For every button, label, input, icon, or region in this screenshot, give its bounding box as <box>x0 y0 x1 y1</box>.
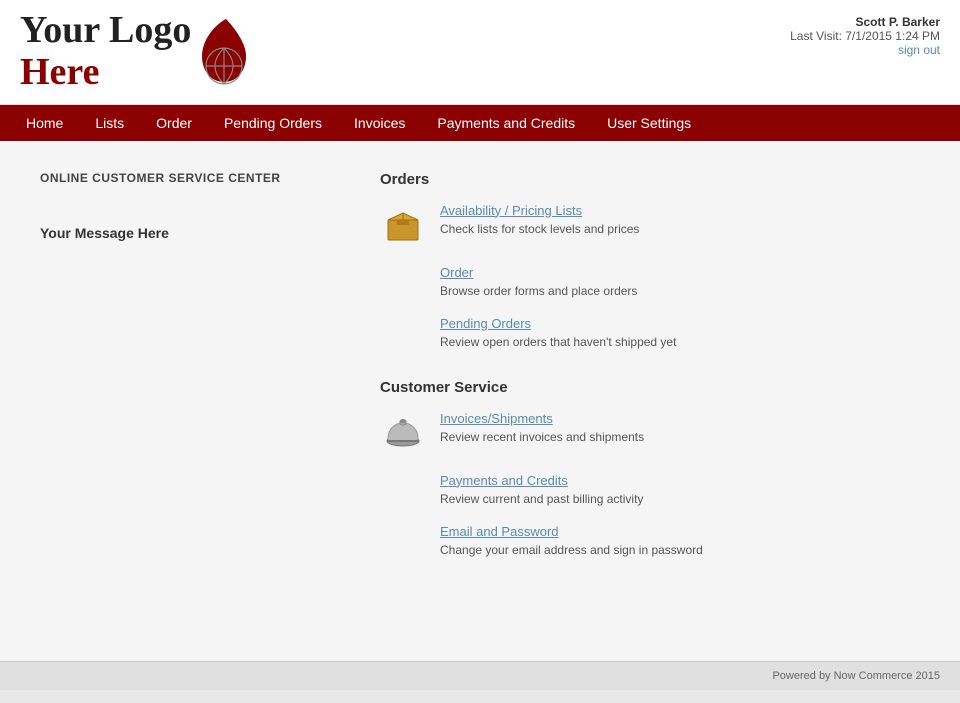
logo-area: Your Logo Here <box>20 10 251 94</box>
nav-user-settings[interactable]: User Settings <box>591 105 707 141</box>
username: Scott P. Barker <box>790 15 940 29</box>
invoices-link[interactable]: Invoices/Shipments <box>440 411 920 426</box>
email-password-item: Email and Password Change your email add… <box>440 524 920 557</box>
logo-svg-icon <box>196 14 251 89</box>
nav-home[interactable]: Home <box>10 105 79 141</box>
order-desc: Browse order forms and place orders <box>440 284 637 298</box>
orders-section: Orders Availability / Pricing Lists Chec… <box>380 171 920 349</box>
payments-link[interactable]: Payments and Credits <box>440 473 920 488</box>
logo-text: Your Logo Here <box>20 10 191 94</box>
bell-svg <box>383 413 423 453</box>
email-password-desc: Change your email address and sign in pa… <box>440 543 703 557</box>
customer-service-heading: Customer Service <box>380 379 920 396</box>
main-nav: Home Lists Order Pending Orders Invoices… <box>0 105 960 141</box>
right-panel: Orders Availability / Pricing Lists Chec… <box>380 171 920 631</box>
customer-service-section: Customer Service Invoices/Shipments Re <box>380 379 920 557</box>
order-item: Order Browse order forms and place order… <box>440 265 920 298</box>
nav-lists[interactable]: Lists <box>79 105 140 141</box>
pending-orders-item: Pending Orders Review open orders that h… <box>440 316 920 349</box>
header: Your Logo Here Scott P. Barker Last Visi… <box>0 0 960 105</box>
availability-desc: Check lists for stock levels and prices <box>440 222 639 236</box>
sign-out-link[interactable]: sign out <box>898 43 940 57</box>
footer: Powered by Now Commerce 2015 <box>0 661 960 690</box>
email-password-link[interactable]: Email and Password <box>440 524 920 539</box>
invoices-item: Invoices/Shipments Review recent invoice… <box>380 411 920 453</box>
user-info: Scott P. Barker Last Visit: 7/1/2015 1:2… <box>790 10 940 57</box>
orders-heading: Orders <box>380 171 920 188</box>
pending-orders-desc: Review open orders that haven't shipped … <box>440 335 676 349</box>
pending-orders-link[interactable]: Pending Orders <box>440 316 920 331</box>
main-content: ONLINE CUSTOMER SERVICE CENTER Your Mess… <box>0 141 960 661</box>
availability-content: Availability / Pricing Lists Check lists… <box>440 203 920 236</box>
availability-item: Availability / Pricing Lists Check lists… <box>380 203 920 245</box>
invoices-content: Invoices/Shipments Review recent invoice… <box>440 411 920 444</box>
box-svg <box>383 205 423 245</box>
last-visit: Last Visit: 7/1/2015 1:24 PM <box>790 29 940 43</box>
user-message: Your Message Here <box>40 225 340 241</box>
service-center-title: ONLINE CUSTOMER SERVICE CENTER <box>40 171 340 185</box>
payments-item: Payments and Credits Review current and … <box>440 473 920 506</box>
bell-icon <box>380 413 425 453</box>
order-link[interactable]: Order <box>440 265 920 280</box>
payments-desc: Review current and past billing activity <box>440 492 643 506</box>
left-panel: ONLINE CUSTOMER SERVICE CENTER Your Mess… <box>40 171 340 631</box>
nav-invoices[interactable]: Invoices <box>338 105 421 141</box>
box-icon <box>380 205 425 245</box>
footer-text: Powered by Now Commerce 2015 <box>772 670 940 682</box>
availability-link[interactable]: Availability / Pricing Lists <box>440 203 920 218</box>
nav-pending-orders[interactable]: Pending Orders <box>208 105 338 141</box>
nav-order[interactable]: Order <box>140 105 208 141</box>
logo-icon <box>196 14 251 89</box>
invoices-desc: Review recent invoices and shipments <box>440 430 644 444</box>
nav-payments-credits[interactable]: Payments and Credits <box>421 105 591 141</box>
